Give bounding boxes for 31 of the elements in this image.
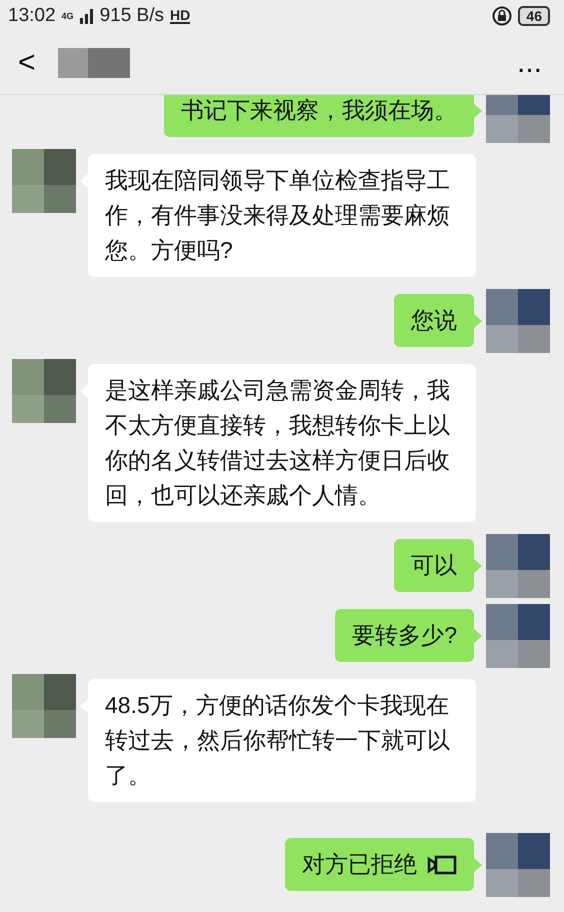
bubble-tail [474,858,482,872]
rotation-lock-icon [492,6,512,26]
avatar[interactable] [486,95,550,143]
message-bubble: 书记下来视察，我须在场。 [164,95,474,137]
bubble-tail [474,104,482,118]
signal-icon [80,8,94,24]
message-bubble: 对方已拒绝 [285,838,474,891]
message-bubble: 可以 [394,539,474,592]
battery-level: 46 [518,6,550,26]
video-call-icon [427,854,457,876]
clock: 13:02 [8,5,56,27]
more-button[interactable]: ... [516,46,542,80]
network-type: 4G [62,12,74,20]
message-bubble: 48.5万，方便的话你发个卡我现在转过去，然后你帮忙转一下就可以了。 [88,679,476,802]
hd-indicator: HD [170,8,190,24]
message-bubble: 是这样亲戚公司急需资金周转，我不太方便直接转，我想转你卡上以你的名义转借过去这样方便日后收回，也可以还亲戚个人情。 [88,364,476,522]
bubble-tail [474,559,482,573]
avatar[interactable] [12,149,76,213]
avatar[interactable] [486,604,550,668]
message-bubble: 要转多少? [335,609,474,662]
bubble-tail [474,629,482,643]
avatar[interactable] [486,289,550,353]
avatar[interactable] [12,674,76,738]
avatar[interactable] [486,534,550,598]
network-speed: 915 B/s [100,5,164,27]
back-button[interactable]: < [18,46,36,80]
avatar[interactable] [12,359,76,423]
bubble-tail [474,314,482,328]
avatar[interactable] [486,833,550,897]
message-bubble: 我现在陪同领导下单位检查指导工作，有件事没来得及处理需要麻烦您。方便吗? [88,154,476,277]
message-bubble: 您说 [394,294,474,347]
